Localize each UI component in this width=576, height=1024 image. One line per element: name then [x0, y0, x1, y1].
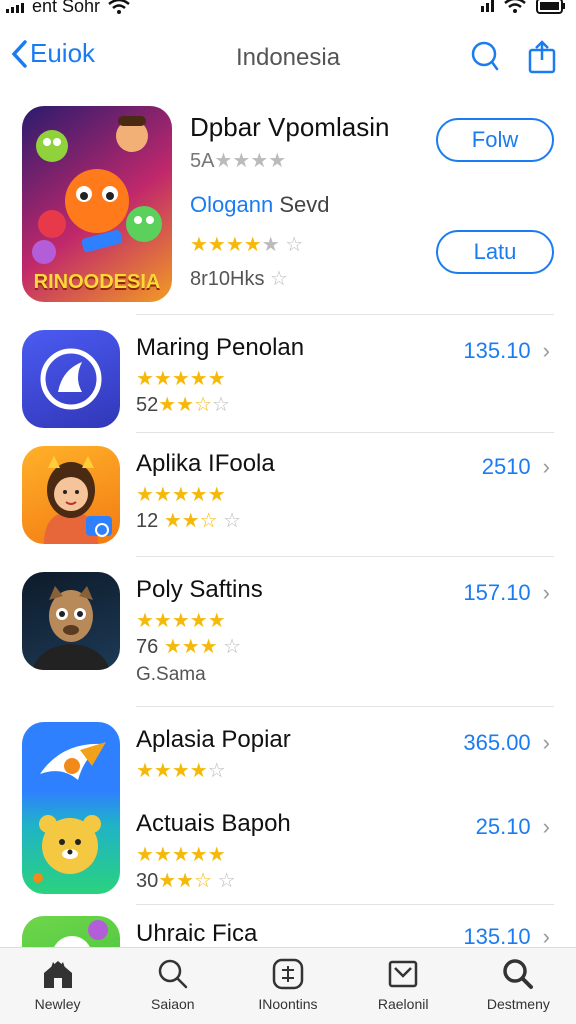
app-name: Uhraic Fica [136, 920, 258, 947]
developer-link[interactable]: Ologann Sevd [190, 192, 329, 218]
app-stars: ★★★★★ [136, 610, 226, 632]
tab-label: Newley [34, 996, 81, 1012]
developer-link-suffix: Sevd [279, 192, 330, 217]
carrier-label: ent Sohr [32, 0, 101, 16]
featured-app-title: Dpbar Vpomlasin [190, 112, 390, 142]
search-icon[interactable] [470, 40, 500, 72]
tab-label: Saiaon [150, 996, 195, 1012]
app-stars: ★★★★★ [136, 368, 226, 390]
app-name: Poly Saftins [136, 576, 263, 603]
app-rating-count: 30★★☆ ☆ [136, 870, 236, 892]
apps-icon [272, 958, 304, 990]
app-rating-count: 76 ★★★ ☆ [136, 636, 242, 658]
app-stars: ★★★★★ [136, 484, 226, 506]
tab-label: Destmeny [486, 996, 550, 1012]
featured-app-artwork[interactable]: RINOODESIA [22, 106, 172, 302]
app-icon [22, 916, 120, 948]
list-item[interactable]: Uhraic Fica 135.10 › [22, 916, 554, 948]
price-label: 157.10 [463, 580, 531, 605]
price-label: 365.00 [463, 730, 531, 755]
rating-count: 5A [190, 150, 215, 172]
signal-icon [6, 1, 24, 13]
price-label: 25.10 [475, 814, 531, 839]
chevron-right-icon: › [542, 580, 550, 605]
follow-button[interactable]: Folw [436, 118, 554, 162]
featured-app[interactable]: RINOODESIA Dpbar Vpomlasin 5A★★★★ Ologan… [22, 106, 554, 306]
app-name: Maring Penolan [136, 334, 305, 361]
wifi-icon [108, 0, 130, 14]
app-icon [22, 572, 120, 670]
app-rating-count: 52★★☆☆ [136, 394, 230, 416]
chevron-right-icon: › [542, 814, 550, 839]
inbox-icon [388, 960, 418, 988]
downloads-text: 8r10Hks [190, 268, 265, 290]
status-bar: ent Sohr [0, 0, 576, 22]
tab-discover[interactable]: Destmeny [463, 948, 573, 1024]
featured-app-hero-text: RINOODESIA [33, 271, 161, 293]
app-stars: ★★★★☆ [136, 760, 226, 782]
tab-label: INoontins [258, 996, 318, 1012]
nav-bar: Euiok Indonesia [0, 30, 576, 86]
chevron-right-icon: › [542, 338, 550, 363]
tab-search[interactable]: Saiaon [118, 948, 228, 1024]
divider [136, 432, 554, 433]
app-price[interactable]: 135.10 › [463, 924, 550, 948]
divider [136, 314, 554, 315]
app-name: Aplika IFoola [136, 450, 275, 477]
app-stars: ★★★★★ [136, 844, 226, 866]
app-price[interactable]: 25.10 › [476, 814, 550, 840]
tab-bar: Newley Saiaon INoontins Raelonil Destmen… [0, 947, 576, 1024]
app-developer: G.Sama [136, 664, 206, 685]
app-name: Aplasia Popiar [136, 726, 291, 753]
chevron-right-icon: › [542, 454, 550, 479]
tab-label: Raelonil [377, 996, 429, 1012]
app-icon [22, 446, 120, 544]
price-label: 135.10 [463, 338, 531, 363]
app-rating-count: 12 ★★☆ ☆ [136, 510, 242, 532]
app-name: Actuais Bapoh [136, 810, 291, 837]
divider [136, 556, 554, 557]
signal-icon-right [481, 0, 494, 12]
divider [136, 904, 554, 905]
price-label: 135.10 [463, 924, 531, 948]
developer-link-text: Ologann [190, 192, 274, 217]
wifi-icon-right [504, 0, 526, 13]
app-price[interactable]: 2510 › [482, 454, 550, 480]
share-icon[interactable] [528, 40, 556, 74]
app-icon [22, 722, 120, 894]
chevron-right-icon: › [542, 924, 550, 948]
divider [136, 706, 554, 707]
featured-app-stars: ★★★★★ ☆ [190, 234, 304, 256]
featured-app-downloads: 8r10Hks ☆ [190, 268, 288, 290]
magnifier-icon [503, 959, 534, 989]
featured-app-rating: 5A★★★★ [190, 150, 287, 172]
tab-apps[interactable]: INoontins [233, 948, 343, 1024]
tab-home[interactable]: Newley [3, 948, 113, 1024]
price-label: 2510 [481, 454, 531, 479]
app-price[interactable]: 365.00 › [463, 730, 550, 756]
search-icon [158, 959, 188, 989]
home-icon [43, 961, 72, 988]
tab-inbox[interactable]: Raelonil [348, 948, 458, 1024]
app-price[interactable]: 135.10 › [463, 338, 550, 364]
battery-icon [536, 0, 565, 14]
latest-button[interactable]: Latu [436, 230, 554, 274]
app-icon [22, 330, 120, 428]
chevron-right-icon: › [542, 730, 550, 755]
app-price[interactable]: 157.10 › [463, 580, 550, 606]
